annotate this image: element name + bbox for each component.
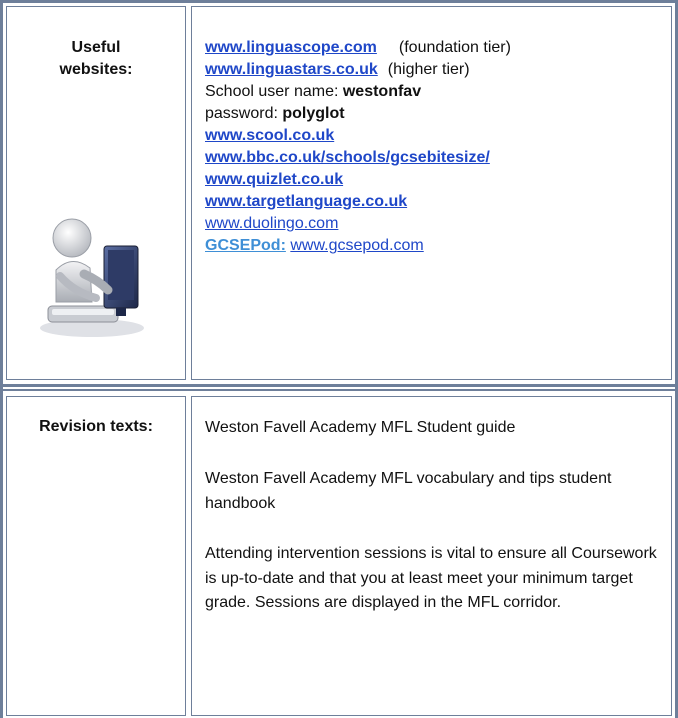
websites-list: www.linguascope.com (foundation tier) www… bbox=[205, 37, 665, 257]
revision-text-1: Weston Favell Academy MFL Student guide bbox=[205, 419, 516, 436]
list-item: password: polyglot bbox=[205, 103, 665, 125]
list-item: www.bbc.co.uk/schools/gcsebitesize/ bbox=[205, 147, 665, 169]
list-item: GCSEPod: www.gcsepod.com bbox=[205, 235, 665, 257]
list-item: www.quizlet.co.uk bbox=[205, 169, 665, 191]
document-table: Useful websites: Revision texts: www.lin… bbox=[0, 0, 678, 718]
linguascope-note: (foundation tier) bbox=[398, 39, 511, 56]
gcsepod-label: GCSEPod: bbox=[205, 237, 286, 254]
revision-text-2: Weston Favell Academy MFL vocabulary and… bbox=[205, 470, 612, 512]
bitesize-link[interactable]: www.bbc.co.uk/schools/gcsebitesize/ bbox=[205, 149, 490, 166]
revision-texts-label: Revision texts: bbox=[39, 418, 153, 435]
list-item: www.duolingo.com bbox=[205, 213, 665, 235]
password-label: password: bbox=[205, 105, 283, 122]
quizlet-link[interactable]: www.quizlet.co.uk bbox=[205, 171, 343, 188]
list-item: www.linguastars.co.uk (higher tier) bbox=[205, 59, 665, 81]
list-item: www.linguascope.com (foundation tier) bbox=[205, 37, 665, 59]
linguastars-note: (higher tier) bbox=[387, 61, 470, 78]
person-at-computer-icon bbox=[40, 218, 144, 337]
list-item: School user name: westonfav bbox=[205, 81, 665, 103]
revision-texts-label-cell bbox=[6, 396, 186, 716]
password-value: polyglot bbox=[282, 105, 345, 122]
user-name-label: School user name: bbox=[205, 83, 343, 100]
user-name-value: westonfav bbox=[342, 83, 422, 100]
targetlanguage-link[interactable]: www.targetlanguage.co.uk bbox=[205, 193, 407, 210]
revision-text-3: Attending intervention sessions is vital… bbox=[205, 545, 657, 611]
gcsepod-link[interactable]: www.gcsepod.com bbox=[290, 237, 423, 254]
row-divider-inner bbox=[0, 389, 678, 391]
row-divider bbox=[0, 384, 678, 387]
list-item: www.scool.co.uk bbox=[205, 125, 665, 147]
useful-websites-label: Useful websites: bbox=[59, 39, 133, 78]
duolingo-link[interactable]: www.duolingo.com bbox=[205, 215, 338, 232]
list-item: www.targetlanguage.co.uk bbox=[205, 191, 665, 213]
linguastars-link[interactable]: www.linguastars.co.uk bbox=[205, 61, 378, 78]
linguascope-link[interactable]: www.linguascope.com bbox=[205, 39, 377, 56]
scool-link[interactable]: www.scool.co.uk bbox=[205, 127, 334, 144]
